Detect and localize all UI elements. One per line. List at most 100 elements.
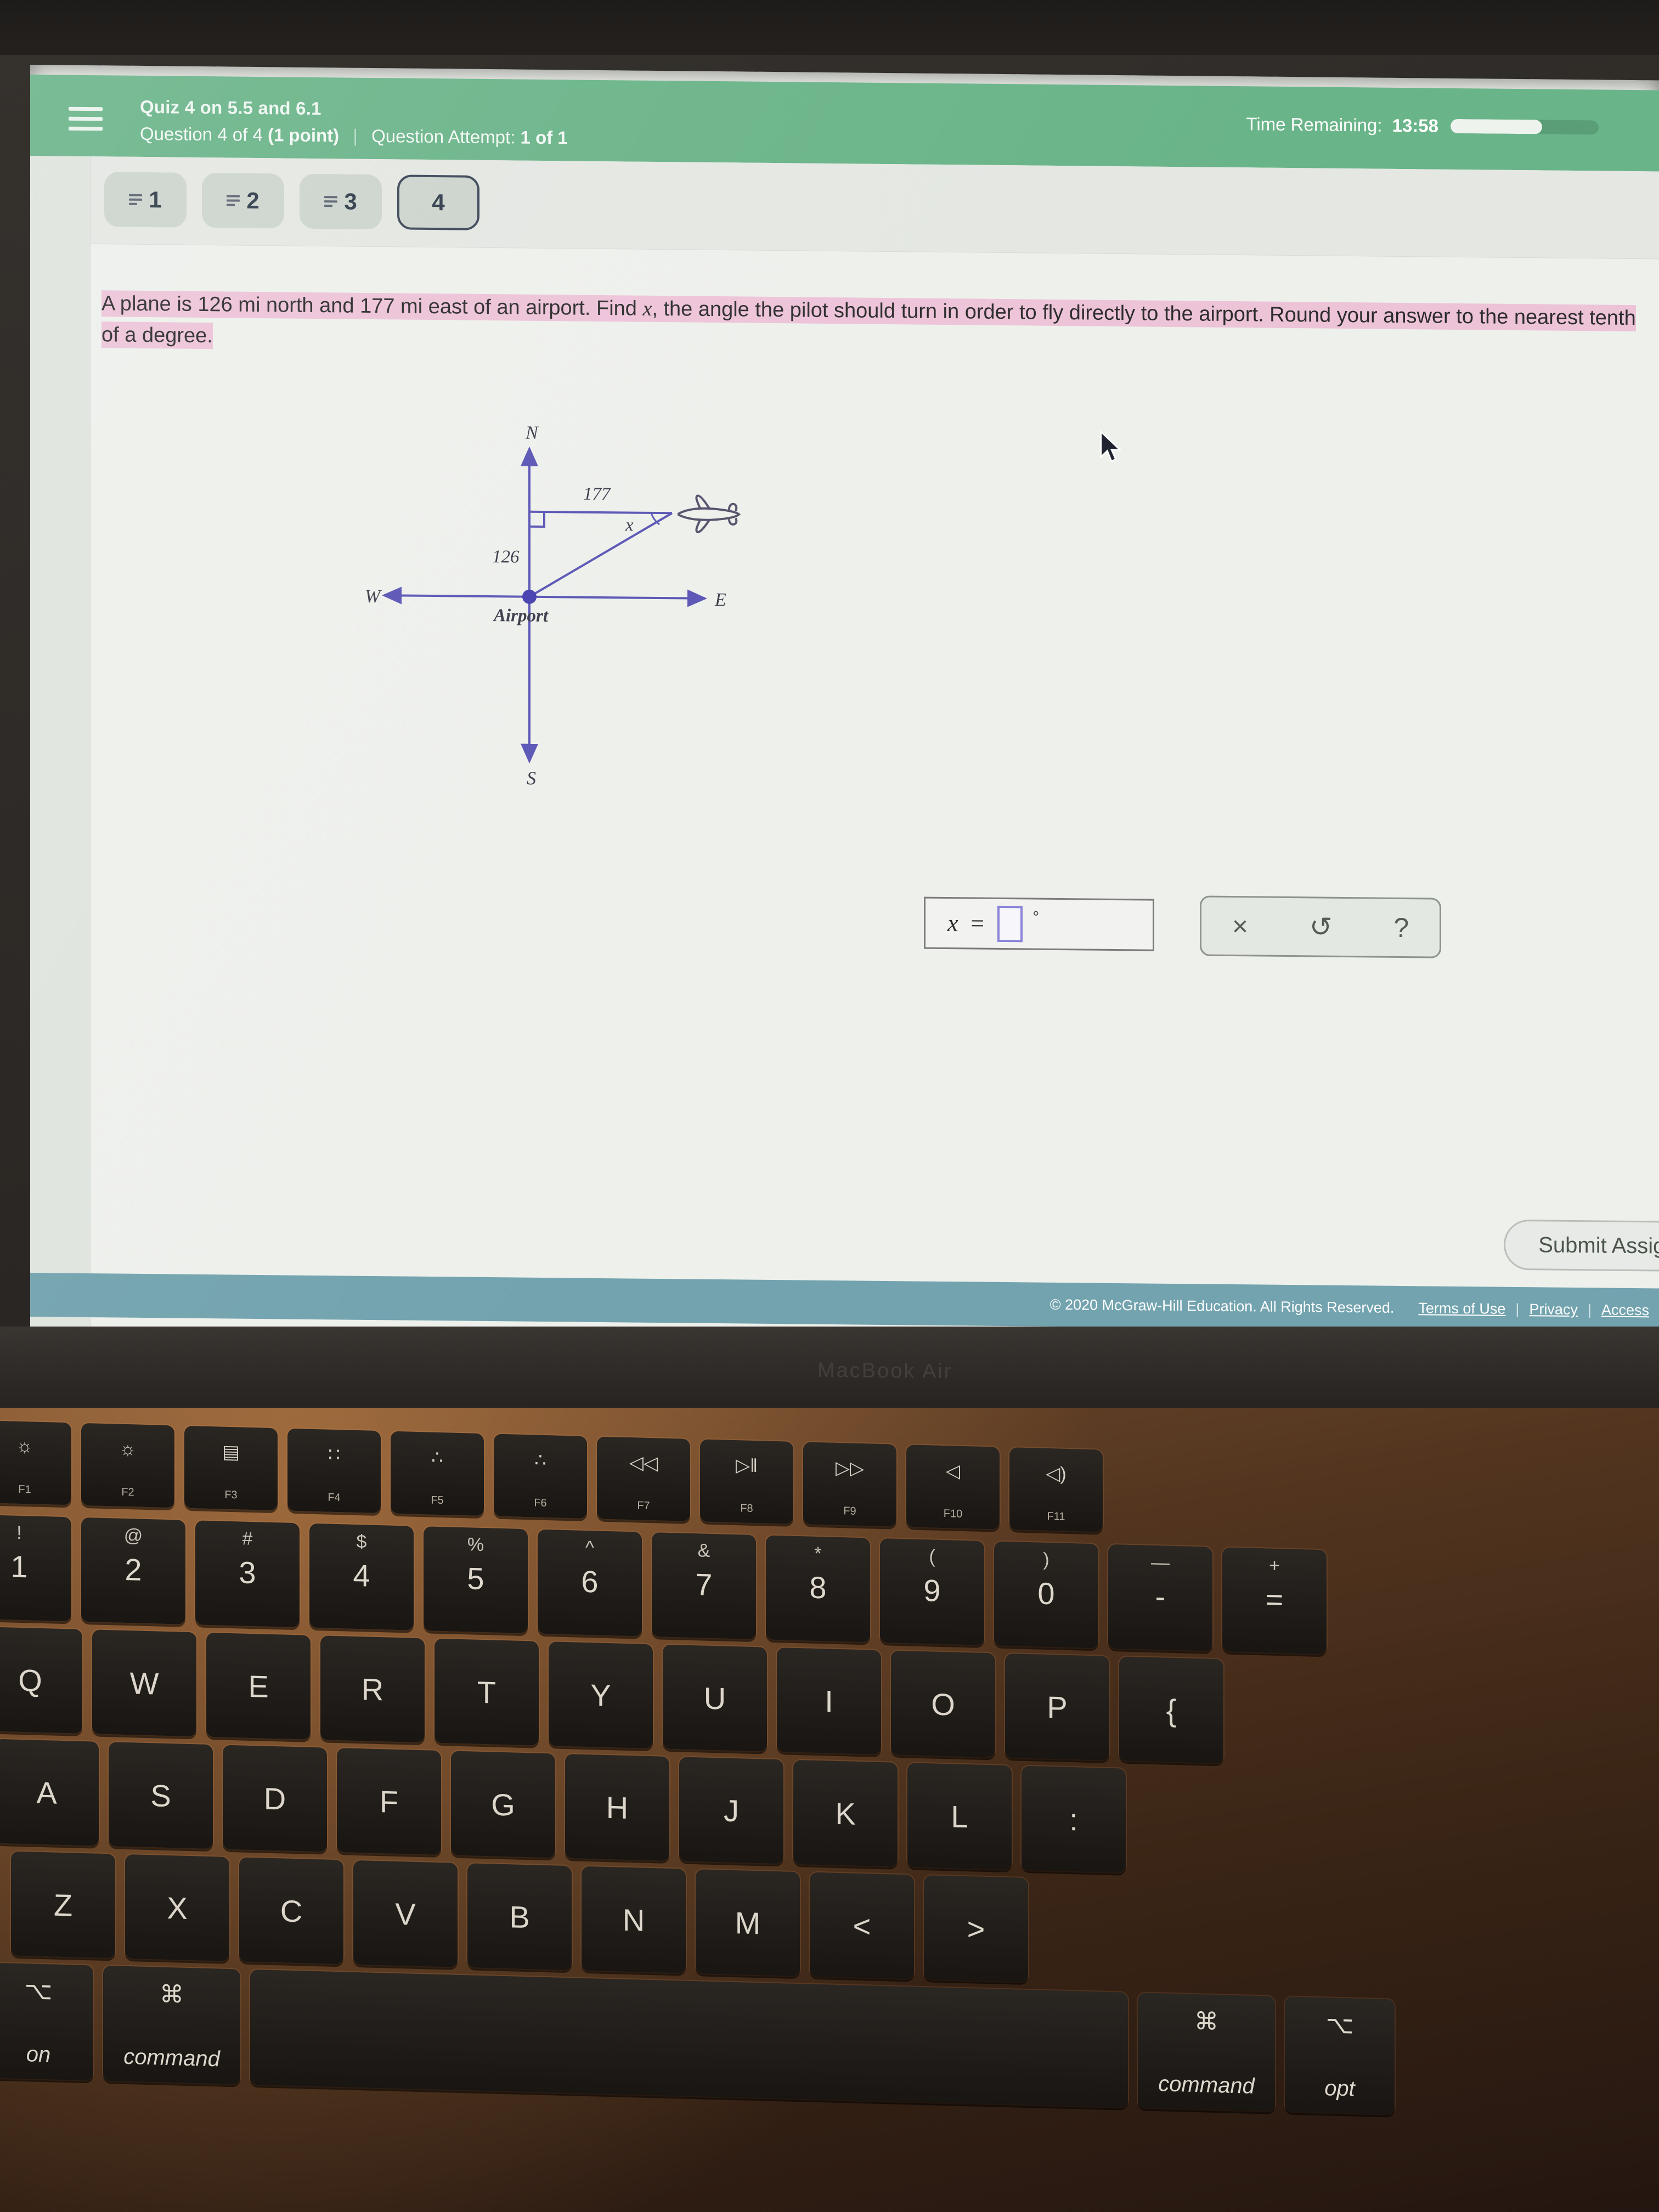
key-f3[interactable]: ▤ F3	[184, 1425, 278, 1511]
key-d[interactable]: D	[223, 1745, 327, 1852]
key-3[interactable]: #3	[195, 1520, 300, 1628]
key-p[interactable]: P	[1005, 1653, 1109, 1760]
keyboard-deck: ☼ F1 ☼ F2 ▤ F3 ∷ F4 ∴ F5 ∴ F6 ◁◁ F7 ▷‖ F8 ▷▷ F9 ◁…	[0, 1408, 1659, 2212]
key-equals[interactable]: + =	[1222, 1547, 1327, 1655]
east-axis	[529, 589, 707, 607]
key-8-symbol: *	[814, 1543, 822, 1565]
key-2[interactable]: @2	[81, 1517, 185, 1624]
rewind-icon: ◁◁	[629, 1452, 658, 1474]
key-comma[interactable]: <	[810, 1872, 914, 1979]
key-q-label: Q	[18, 1662, 42, 1698]
answer-value-field[interactable]	[997, 905, 1023, 942]
key-bracket-left[interactable]: {	[1119, 1656, 1223, 1764]
key-o[interactable]: O	[891, 1650, 995, 1758]
key-z[interactable]: Z	[11, 1851, 115, 1959]
privacy-link[interactable]: Privacy	[1529, 1301, 1578, 1318]
header-titles: Quiz 4 on 5.5 and 6.1 Question 4 of 4 (1…	[140, 97, 568, 148]
key-9-symbol: (	[929, 1546, 935, 1567]
key-6[interactable]: ^ 6	[538, 1529, 642, 1637]
key-1-symbol: !	[16, 1522, 22, 1544]
key-a[interactable]: A	[0, 1739, 99, 1846]
key-f5[interactable]: ∴ F5	[391, 1431, 484, 1516]
key-r[interactable]: R	[320, 1635, 425, 1743]
question-pill-1[interactable]: 1	[104, 172, 187, 228]
play-pause-icon: ▷‖	[735, 1455, 758, 1477]
key-v[interactable]: V	[353, 1860, 458, 1967]
key-e[interactable]: E	[206, 1632, 311, 1740]
key-4[interactable]: $4	[309, 1523, 414, 1630]
key-period[interactable]: >	[924, 1875, 1028, 1983]
key-f4[interactable]: ∷ F4	[287, 1428, 381, 1514]
answer-toolbar: × ↺ ?	[1200, 895, 1441, 958]
key-g[interactable]: G	[451, 1751, 555, 1858]
question-pill-1-label: 1	[149, 187, 162, 213]
key-9[interactable]: (9	[880, 1538, 984, 1645]
key-7[interactable]: & 7	[652, 1532, 756, 1640]
key-semicolon[interactable]: :	[1022, 1765, 1126, 1873]
answer-equals: =	[969, 910, 986, 937]
key-f11[interactable]: ◁) F11	[1009, 1447, 1103, 1532]
key-x[interactable]: X	[125, 1854, 229, 1961]
key-c[interactable]: C	[239, 1857, 343, 1965]
key-command-right[interactable]: ⌘ command	[1138, 1993, 1275, 2112]
key-f7-label: F7	[637, 1499, 650, 1513]
key-f7[interactable]: ◁◁ F7	[597, 1436, 690, 1521]
key-j[interactable]: J	[679, 1757, 783, 1864]
undo-icon[interactable]: ↺	[1310, 911, 1333, 943]
accessibility-link[interactable]: Access	[1601, 1301, 1649, 1319]
question-pill-4[interactable]: 4	[397, 174, 479, 230]
key-3-label: 3	[239, 1555, 256, 1590]
key-f5-label: F5	[431, 1494, 444, 1507]
help-icon[interactable]: ?	[1393, 912, 1409, 944]
hamburger-menu-icon[interactable]	[69, 106, 103, 135]
mission-control-icon: ▤	[222, 1441, 240, 1463]
key-f9[interactable]: ▷▷ F9	[803, 1442, 896, 1527]
key-h-label: H	[606, 1790, 629, 1825]
key-l[interactable]: L	[907, 1763, 1012, 1870]
key-5[interactable]: % 5	[424, 1526, 528, 1634]
key-n[interactable]: N	[582, 1866, 686, 1973]
key-f2[interactable]: ☼ F2	[81, 1423, 174, 1508]
key-option-right[interactable]: ⌥ opt	[1285, 1996, 1395, 2115]
key-1[interactable]: ! 1	[0, 1514, 71, 1622]
key-j-label: J	[724, 1793, 739, 1828]
key-option-left[interactable]: ⌥ on	[0, 1962, 93, 2081]
key-f10[interactable]: ◁ F10	[906, 1444, 1000, 1530]
airport-point	[522, 589, 537, 604]
key-spacebar[interactable]	[250, 1969, 1128, 2108]
key-q[interactable]: Q	[0, 1626, 82, 1734]
attempt-label: Question Attempt:	[371, 125, 516, 148]
key-i[interactable]: I	[777, 1647, 881, 1755]
question-pill-2[interactable]: 2	[202, 173, 284, 229]
bottom-letter-key-row: Z X C V B N M < >	[11, 1851, 1028, 1983]
timer-label: Time Remaining:	[1246, 114, 1383, 136]
key-f[interactable]: F	[337, 1748, 441, 1855]
question-variable: x	[642, 297, 652, 320]
key-minus[interactable]: — -	[1108, 1544, 1212, 1651]
key-k[interactable]: K	[793, 1759, 898, 1867]
key-b[interactable]: B	[467, 1863, 572, 1971]
key-m[interactable]: M	[696, 1869, 800, 1977]
question-pill-3-label: 3	[344, 188, 357, 215]
answer-input-box[interactable]: x = °	[924, 896, 1154, 951]
key-equals-symbol: +	[1269, 1555, 1280, 1577]
key-w[interactable]: W	[92, 1629, 196, 1737]
question-pill-3[interactable]: 3	[300, 173, 382, 230]
question-nav-bar: 1 2 3 4	[91, 156, 1659, 259]
key-command-left[interactable]: ⌘ command	[103, 1965, 240, 2085]
key-t[interactable]: T	[435, 1638, 539, 1746]
key-0[interactable]: ) 0	[994, 1541, 1098, 1649]
key-h[interactable]: H	[565, 1753, 669, 1861]
key-f6[interactable]: ∴ F6	[494, 1434, 587, 1519]
key-8[interactable]: * 8	[766, 1535, 870, 1643]
terms-of-use-link[interactable]: Terms of Use	[1418, 1300, 1505, 1318]
key-f3-label: F3	[224, 1488, 238, 1502]
clear-icon[interactable]: ×	[1232, 910, 1248, 942]
key-v-label: V	[395, 1896, 416, 1932]
key-y[interactable]: Y	[549, 1641, 653, 1749]
submit-assignment-button[interactable]: Submit Assignm	[1504, 1219, 1659, 1272]
key-f1[interactable]: ☼ F1	[0, 1420, 71, 1505]
key-s[interactable]: S	[109, 1742, 213, 1849]
key-f8[interactable]: ▷‖ F8	[700, 1439, 793, 1524]
key-u[interactable]: U	[663, 1644, 767, 1752]
